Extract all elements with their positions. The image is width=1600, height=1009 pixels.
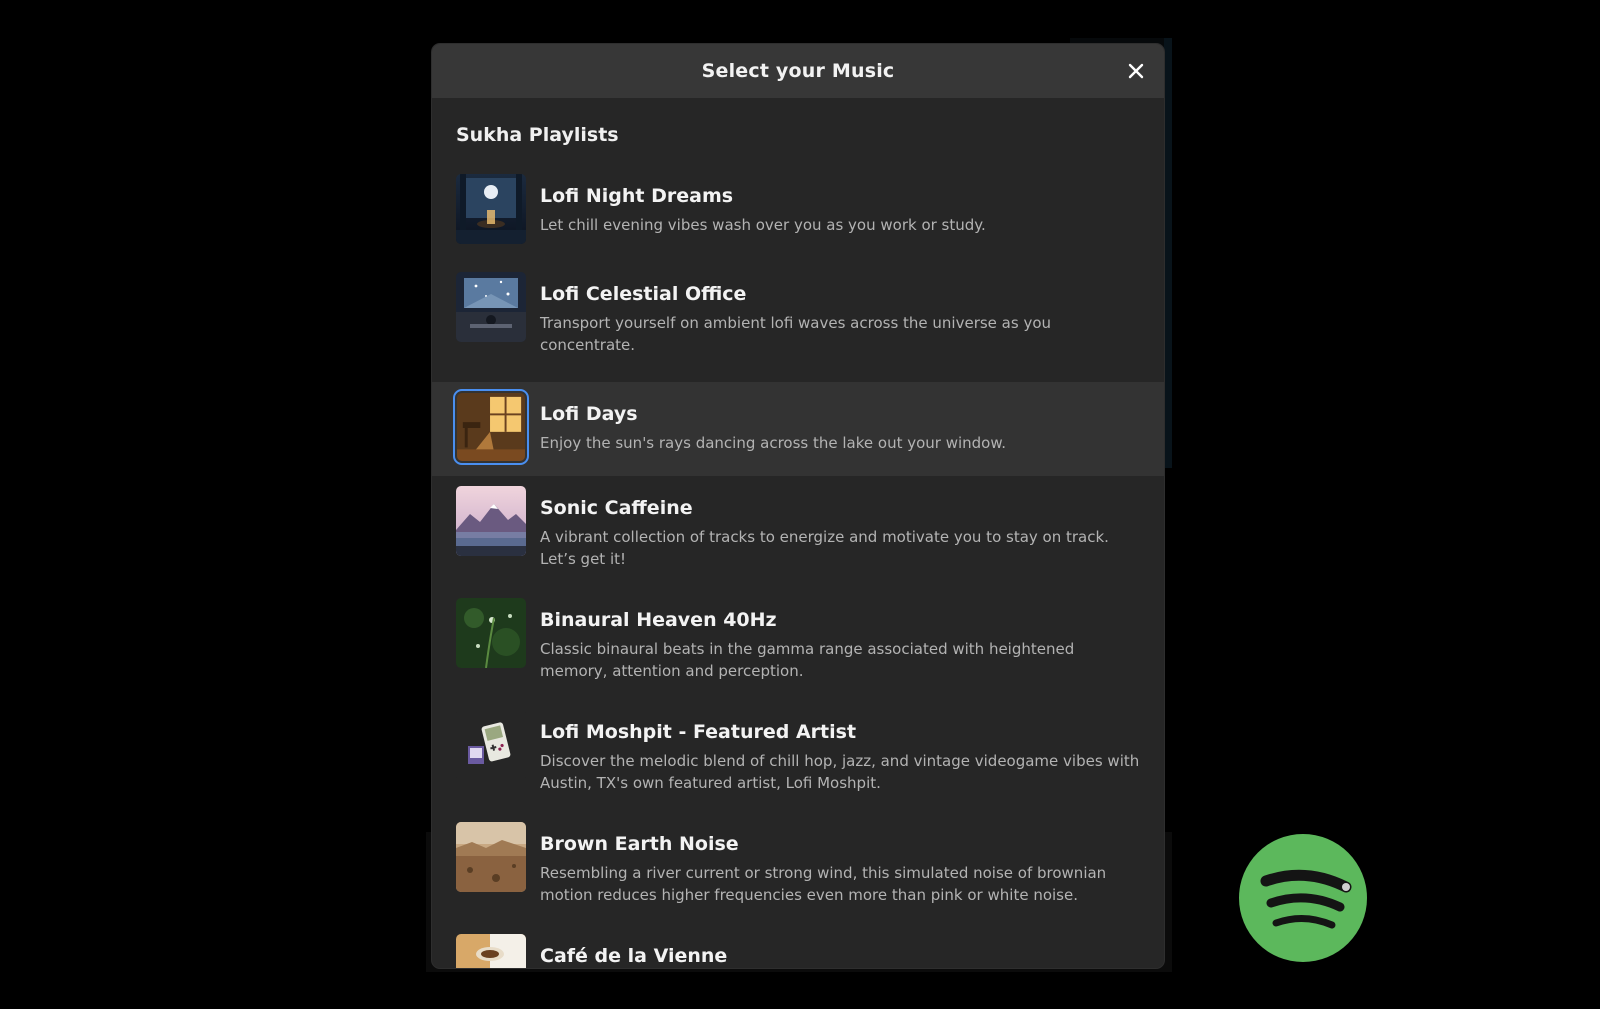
- playlist-item-lofi-days[interactable]: Lofi Days Enjoy the sun's rays dancing a…: [432, 382, 1164, 476]
- playlist-item-cafe-de-la-vienne[interactable]: Café de la Vienne: [432, 924, 1164, 968]
- mountain-lake-image: [456, 486, 526, 556]
- playlist-item-brown-earth-noise[interactable]: Brown Earth Noise Resembling a river cur…: [432, 812, 1164, 924]
- playlist-title: Lofi Days: [540, 403, 638, 425]
- close-button[interactable]: [1122, 57, 1150, 85]
- close-icon: [1128, 63, 1144, 79]
- playlist-text: Lofi Days Enjoy the sun's rays dancing a…: [540, 392, 1140, 454]
- playlist-thumbnail: [456, 174, 526, 244]
- playlist-thumbnail-frame: [456, 934, 526, 968]
- playlist-thumbnail: [457, 393, 525, 461]
- playlist-description: Classic binaural beats in the gamma rang…: [540, 640, 1075, 680]
- playlist-thumbnail: [456, 822, 526, 892]
- playlist-description: Discover the melodic blend of chill hop,…: [540, 752, 1140, 792]
- playlist-title: Lofi Moshpit - Featured Artist: [540, 721, 857, 743]
- section-title: Sukha Playlists: [456, 124, 619, 146]
- background-app-edge: [1164, 38, 1172, 468]
- playlist-thumbnail-frame: [456, 174, 526, 244]
- coffee-cup-image: [456, 934, 526, 968]
- celestial-office-image: [456, 272, 526, 342]
- night-room-image: [456, 174, 526, 244]
- gameboy-image: [456, 710, 526, 780]
- playlist-description: Resembling a river current or strong win…: [540, 864, 1107, 904]
- playlist-text: Lofi Moshpit - Featured Artist Discover …: [540, 710, 1140, 794]
- playlist-title: Lofi Night Dreams: [540, 185, 734, 207]
- modal-header: Select your Music: [432, 44, 1164, 98]
- playlist-title: Brown Earth Noise: [540, 833, 739, 855]
- playlist-thumbnail: [456, 272, 526, 342]
- playlist-text: Brown Earth Noise Resembling a river cur…: [540, 822, 1140, 906]
- green-droplets-image: [456, 598, 526, 668]
- playlist-title: Lofi Celestial Office: [540, 283, 747, 305]
- playlist-text: Lofi Celestial Office Transport yourself…: [540, 272, 1140, 356]
- playlist-title: Binaural Heaven 40Hz: [540, 609, 777, 631]
- page: Select your Music Sukha Playlists Lofi N…: [0, 0, 1600, 1009]
- playlist-thumbnail-frame: [456, 272, 526, 342]
- playlist-thumbnail-frame-selected: [453, 389, 529, 465]
- playlist-thumbnail-frame: [456, 598, 526, 668]
- spotify-button[interactable]: [1238, 833, 1368, 963]
- playlist-item-binaural-heaven-40hz[interactable]: Binaural Heaven 40Hz Classic binaural be…: [432, 588, 1164, 700]
- playlist-title: Café de la Vienne: [540, 945, 728, 967]
- playlist-thumbnail: [456, 710, 526, 780]
- playlist-description: A vibrant collection of tracks to energi…: [540, 528, 1109, 568]
- playlist-thumbnail-frame: [456, 822, 526, 892]
- desert-landscape-image: [456, 822, 526, 892]
- sunny-room-image: [457, 393, 525, 461]
- playlist-text: Binaural Heaven 40Hz Classic binaural be…: [540, 598, 1140, 682]
- playlist-thumbnail-frame: [456, 710, 526, 780]
- playlist-item-sonic-caffeine[interactable]: Sonic Caffeine A vibrant collection of t…: [432, 476, 1164, 588]
- playlist-title: Sonic Caffeine: [540, 497, 693, 519]
- playlist-thumbnail: [456, 598, 526, 668]
- modal-title: Select your Music: [701, 60, 895, 82]
- playlist-description: Transport yourself on ambient lofi waves…: [540, 314, 1052, 354]
- playlist-thumbnail: [456, 934, 526, 968]
- playlist-description: Let chill evening vibes wash over you as…: [540, 216, 986, 234]
- playlist-text: Sonic Caffeine A vibrant collection of t…: [540, 486, 1140, 570]
- playlist-item-lofi-night-dreams[interactable]: Lofi Night Dreams Let chill evening vibe…: [432, 164, 1164, 262]
- spotify-logo-icon: [1239, 834, 1367, 962]
- playlist-thumbnail: [456, 486, 526, 556]
- playlist-thumbnail-frame: [456, 486, 526, 556]
- playlist-item-lofi-celestial-office[interactable]: Lofi Celestial Office Transport yourself…: [432, 262, 1164, 382]
- music-select-modal: Select your Music Sukha Playlists Lofi N…: [432, 44, 1164, 968]
- playlist-description: Enjoy the sun's rays dancing across the …: [540, 434, 1007, 452]
- playlist-text: Lofi Night Dreams Let chill evening vibe…: [540, 174, 1140, 236]
- playlist-item-lofi-moshpit[interactable]: Lofi Moshpit - Featured Artist Discover …: [432, 700, 1164, 812]
- playlist-text: Café de la Vienne: [540, 934, 1140, 968]
- playlist-list: Lofi Night Dreams Let chill evening vibe…: [432, 164, 1164, 968]
